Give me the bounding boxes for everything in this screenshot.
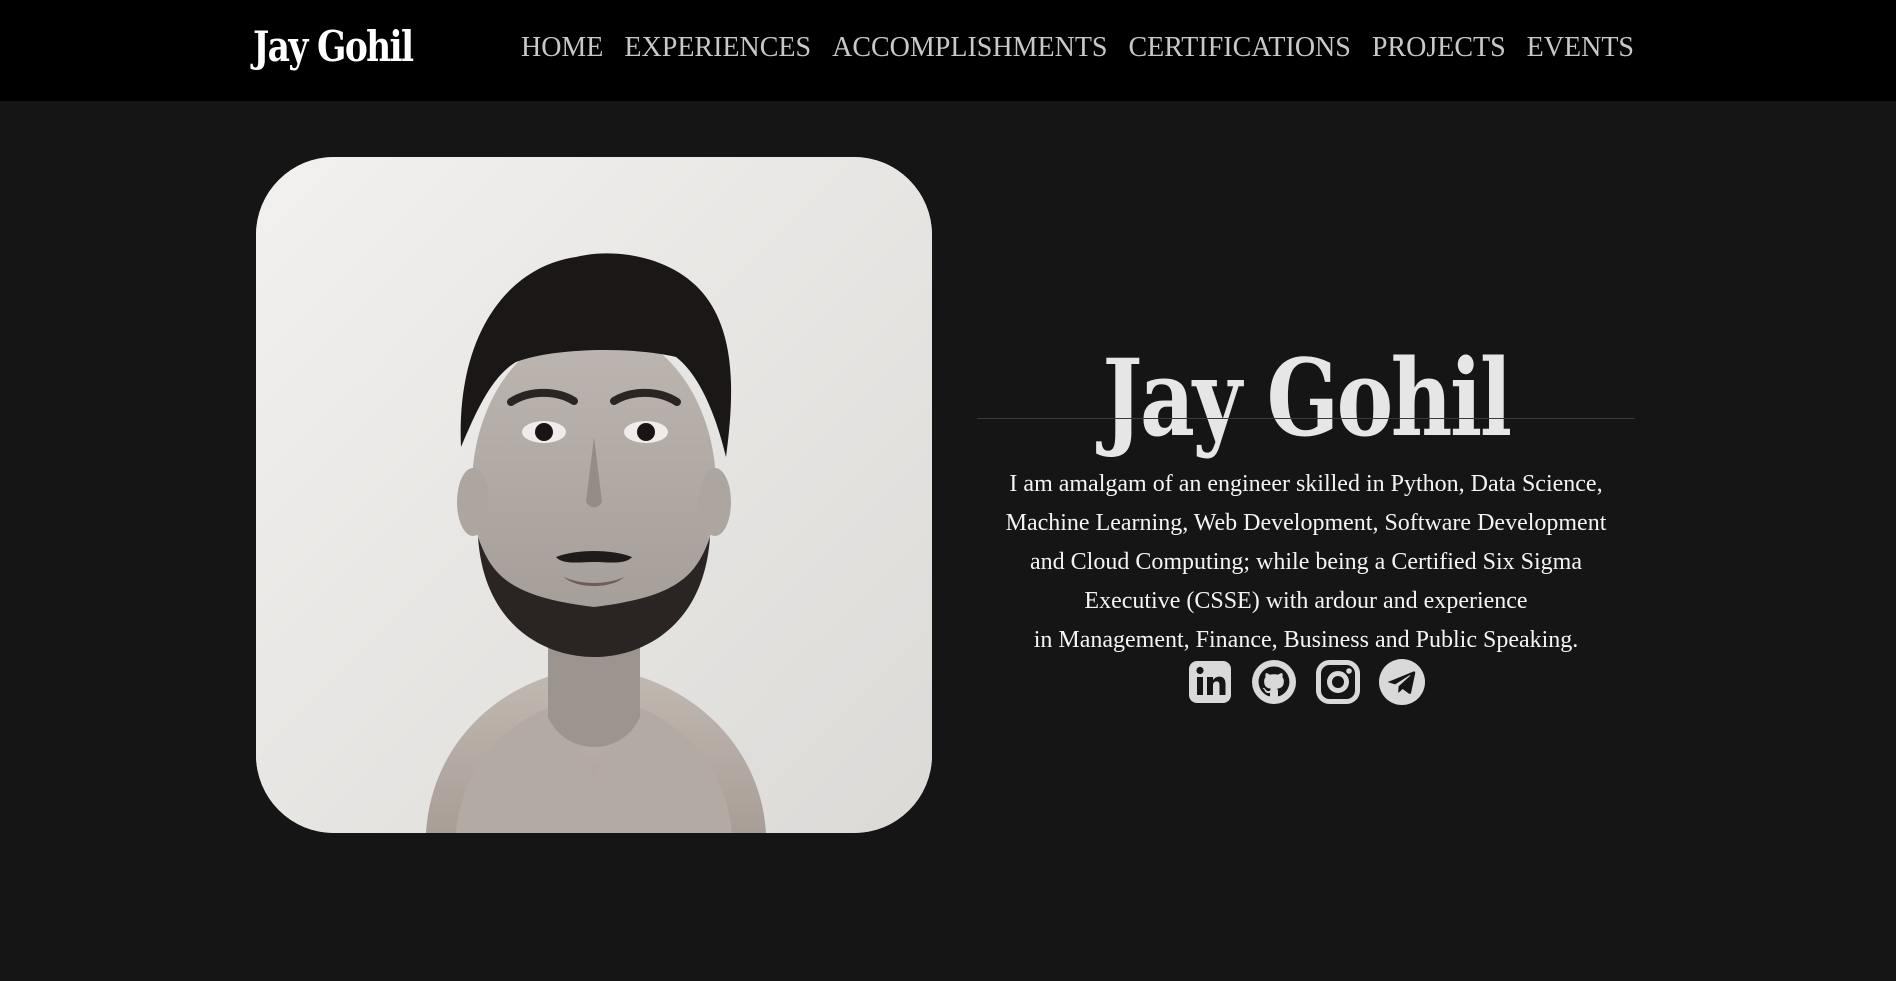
nav-events[interactable]: EVENTS — [1527, 30, 1634, 66]
nav-certifications[interactable]: CERTIFICATIONS — [1129, 30, 1351, 66]
navbar: Jay Gohil HOME EXPERIENCES ACCOMPLISHMEN… — [0, 0, 1896, 101]
divider — [977, 418, 1635, 419]
nav-accomplishments[interactable]: ACCOMPLISHMENTS — [832, 30, 1107, 66]
linkedin-link[interactable] — [1186, 658, 1234, 706]
profile-photo — [256, 157, 932, 833]
hero-name: Jay Gohil — [1102, 335, 1512, 461]
bio-line: in Management, Finance, Business and Pub… — [1033, 627, 1579, 653]
nav-projects[interactable]: PROJECTS — [1372, 30, 1506, 66]
nav-home[interactable]: HOME — [521, 30, 603, 66]
bio-line: Executive (CSSE) with ardour and experie… — [1084, 588, 1528, 614]
nav-experiences[interactable]: EXPERIENCES — [624, 30, 811, 66]
telegram-icon — [1379, 659, 1425, 705]
nav-menu: HOME EXPERIENCES ACCOMPLISHMENTS CERTIFI… — [521, 30, 1634, 66]
bio-line: and Cloud Computing; while being a Certi… — [1030, 549, 1582, 575]
instagram-link[interactable] — [1314, 658, 1362, 706]
github-link[interactable] — [1250, 658, 1298, 706]
social-links — [1186, 658, 1426, 706]
telegram-link[interactable] — [1378, 658, 1426, 706]
instagram-icon — [1316, 660, 1360, 704]
github-icon — [1252, 660, 1296, 704]
bio-line: I am amalgam of an engineer skilled in P… — [1009, 471, 1603, 497]
bio-line: Machine Learning, Web Development, Softw… — [1005, 510, 1607, 536]
linkedin-icon — [1189, 661, 1231, 703]
bio-text: I am amalgam of an engineer skilled in P… — [968, 465, 1644, 660]
profile-portrait-illustration — [256, 157, 932, 833]
brand-logo[interactable]: Jay Gohil — [253, 14, 414, 80]
